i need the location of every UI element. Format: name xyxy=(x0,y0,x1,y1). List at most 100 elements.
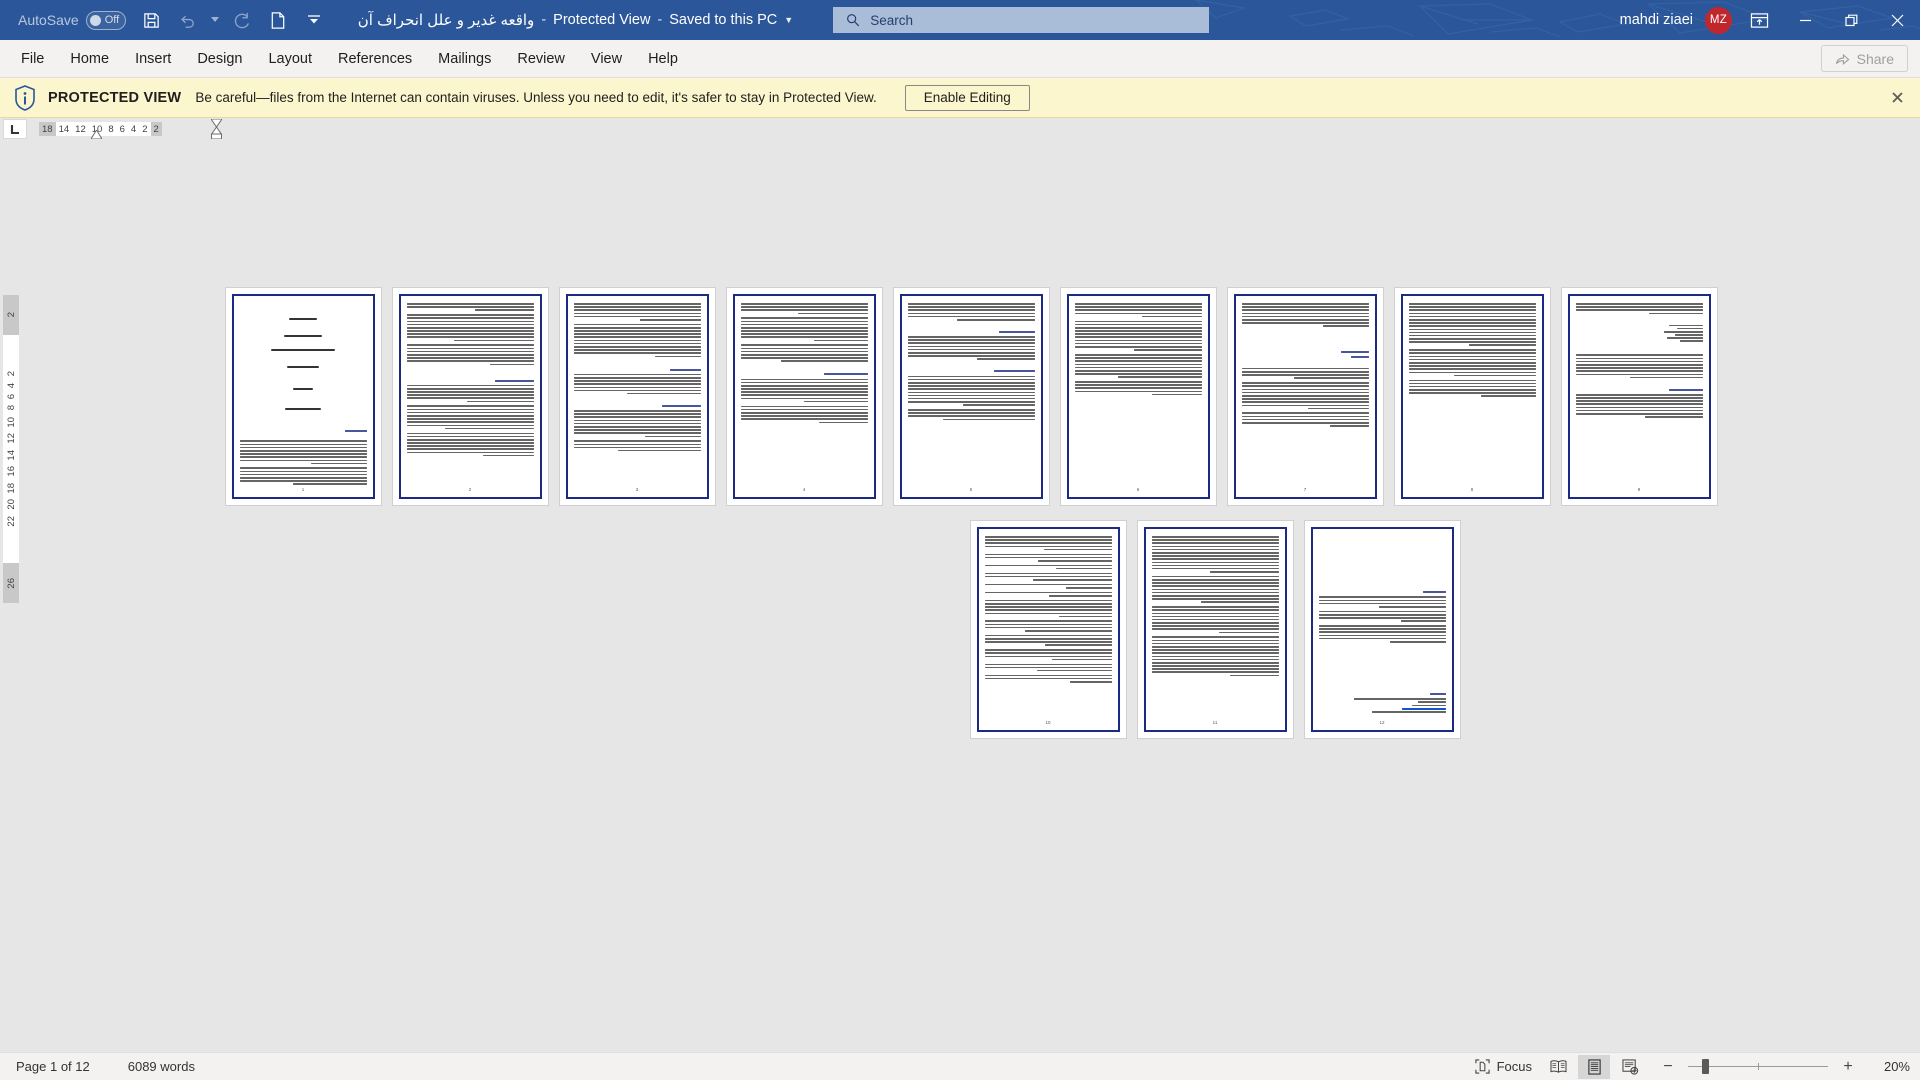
page-number: 1 xyxy=(301,486,305,492)
references-heading xyxy=(1430,692,1446,695)
page-thumbnail[interactable]: 5 xyxy=(893,288,1049,505)
saved-location-chevron-down-icon[interactable]: ▼ xyxy=(784,15,793,25)
paragraph xyxy=(1318,625,1446,643)
redo-icon[interactable] xyxy=(224,3,260,37)
page-thumbnail[interactable]: 8 xyxy=(1394,288,1550,505)
page-thumbnail[interactable]: 4 xyxy=(726,288,882,505)
close-icon[interactable] xyxy=(1884,85,1910,111)
paragraph xyxy=(1318,610,1446,622)
paragraph xyxy=(1074,320,1202,351)
paragraph xyxy=(1151,636,1279,677)
tab-home[interactable]: Home xyxy=(57,44,122,74)
zoom-level-label[interactable]: 20% xyxy=(1868,1059,1910,1074)
paragraph xyxy=(1074,381,1202,396)
focus-label: Focus xyxy=(1496,1059,1532,1074)
section-heading xyxy=(998,330,1035,333)
paragraph xyxy=(1241,412,1369,427)
cover-subject-value xyxy=(271,348,335,351)
reference-item xyxy=(1417,701,1446,703)
zoom-control[interactable]: − + 20% xyxy=(1658,1058,1910,1076)
status-right-group: Focus − + 20% xyxy=(1469,1054,1910,1079)
paragraph xyxy=(907,409,1035,421)
page-thumbnail[interactable]: 12 xyxy=(1304,521,1460,738)
ruler-tick-8: 8 xyxy=(108,123,114,135)
page-number: 11 xyxy=(1212,719,1218,725)
ruler-tick-4: 4 xyxy=(130,123,137,135)
vruler-tick-20: 20 xyxy=(5,499,17,511)
page-thumbnail[interactable]: 9 xyxy=(1561,288,1717,505)
paragraph xyxy=(984,583,1112,589)
zoom-slider[interactable] xyxy=(1688,1059,1828,1074)
zoom-slider-thumb[interactable] xyxy=(1702,1059,1709,1074)
hanging-indent-marker[interactable] xyxy=(211,119,222,139)
page-number: 6 xyxy=(1136,486,1140,492)
tab-file[interactable]: File xyxy=(8,44,57,74)
page-content: 3 xyxy=(565,294,709,499)
page-status[interactable]: Page 1 of 12 xyxy=(10,1055,96,1079)
page-thumbnail[interactable]: 2 xyxy=(392,288,548,505)
protected-view-message: Be careful—files from the Internet can c… xyxy=(195,90,877,105)
tab-help[interactable]: Help xyxy=(635,44,691,74)
avatar[interactable]: MZ xyxy=(1705,6,1732,34)
paragraph xyxy=(907,375,1035,406)
page-thumbnail[interactable]: 3 xyxy=(559,288,715,505)
account-button[interactable]: mahdi ziaei MZ xyxy=(1619,6,1736,34)
new-document-icon[interactable] xyxy=(260,3,296,37)
focus-mode-button[interactable]: Focus xyxy=(1469,1055,1538,1079)
user-name-label: mahdi ziaei xyxy=(1619,12,1693,28)
paragraph xyxy=(1241,303,1369,327)
undo-dropdown-chevron-down-icon[interactable] xyxy=(206,3,224,37)
references-page-body xyxy=(1318,536,1446,718)
saved-location-label[interactable]: Saved to this PC xyxy=(669,12,777,28)
left-tab-stop-icon[interactable] xyxy=(3,119,27,139)
reference-item xyxy=(1412,704,1446,707)
minimize-icon[interactable] xyxy=(1782,0,1828,40)
page-thumbnail[interactable]: 11 xyxy=(1137,521,1293,738)
save-icon[interactable] xyxy=(134,3,170,37)
title-separator-1: - xyxy=(541,12,547,28)
horizontal-ruler[interactable]: 18 14 12 10 8 6 4 2 2 xyxy=(0,118,1920,140)
zoom-in-button[interactable]: + xyxy=(1838,1058,1858,1076)
document-canvas[interactable]: 1 2 3 4 5 6 7 8 9 10 11 12 xyxy=(22,140,1920,1052)
ruler-tick-2: 2 xyxy=(142,123,148,135)
first-line-indent-marker[interactable] xyxy=(91,130,102,139)
vertical-ruler[interactable]: 2 2 4 6 8 10 12 14 16 18 20 22 26 xyxy=(0,140,22,1052)
section-heading xyxy=(993,370,1035,373)
tab-design[interactable]: Design xyxy=(184,44,255,74)
autosave-control[interactable]: AutoSave Off xyxy=(10,10,134,30)
ribbon-display-options-icon[interactable] xyxy=(1736,0,1782,40)
page-content: 12 xyxy=(1310,527,1454,732)
tab-layout[interactable]: Layout xyxy=(255,44,325,74)
tab-view[interactable]: View xyxy=(578,44,635,74)
read-mode-icon[interactable] xyxy=(1542,1055,1574,1079)
paragraph xyxy=(406,314,534,342)
page-thumbnail[interactable]: 7 xyxy=(1227,288,1383,505)
ruler-tick-18: 18 xyxy=(42,123,53,135)
page-content: 11 xyxy=(1143,527,1287,732)
customize-quick-access-toolbar-icon[interactable] xyxy=(296,3,332,37)
protected-view-banner: PROTECTED VIEW Be careful—files from the… xyxy=(0,78,1920,118)
titlebar-right-group: mahdi ziaei MZ xyxy=(1620,0,1920,40)
autosave-toggle[interactable]: Off xyxy=(85,10,126,30)
tab-references[interactable]: References xyxy=(325,44,425,74)
word-count[interactable]: 6089 words xyxy=(122,1055,201,1079)
ruler-track[interactable]: 18 14 12 10 8 6 4 2 2 xyxy=(39,118,222,140)
search-input[interactable]: Search xyxy=(833,7,1210,33)
zoom-slider-midpoint xyxy=(1758,1063,1759,1070)
close-icon[interactable] xyxy=(1874,0,1920,40)
page-thumbnail[interactable]: 1 xyxy=(225,288,381,505)
tab-review[interactable]: Review xyxy=(504,44,578,74)
tab-mailings[interactable]: Mailings xyxy=(425,44,504,74)
print-layout-icon[interactable] xyxy=(1578,1054,1610,1079)
vruler-tick-22: 22 xyxy=(5,516,17,527)
web-layout-icon[interactable] xyxy=(1614,1055,1646,1079)
restore-icon[interactable] xyxy=(1828,0,1874,40)
page-thumbnail[interactable]: 6 xyxy=(1060,288,1216,505)
tab-insert[interactable]: Insert xyxy=(122,44,184,74)
zoom-out-button[interactable]: − xyxy=(1658,1058,1678,1076)
page-thumbnail[interactable]: 10 xyxy=(970,521,1126,738)
vruler-tick-8: 8 xyxy=(5,405,17,411)
enable-editing-button[interactable]: Enable Editing xyxy=(904,84,1030,111)
focus-mode-icon xyxy=(1474,1059,1490,1074)
undo-icon[interactable] xyxy=(170,3,206,37)
